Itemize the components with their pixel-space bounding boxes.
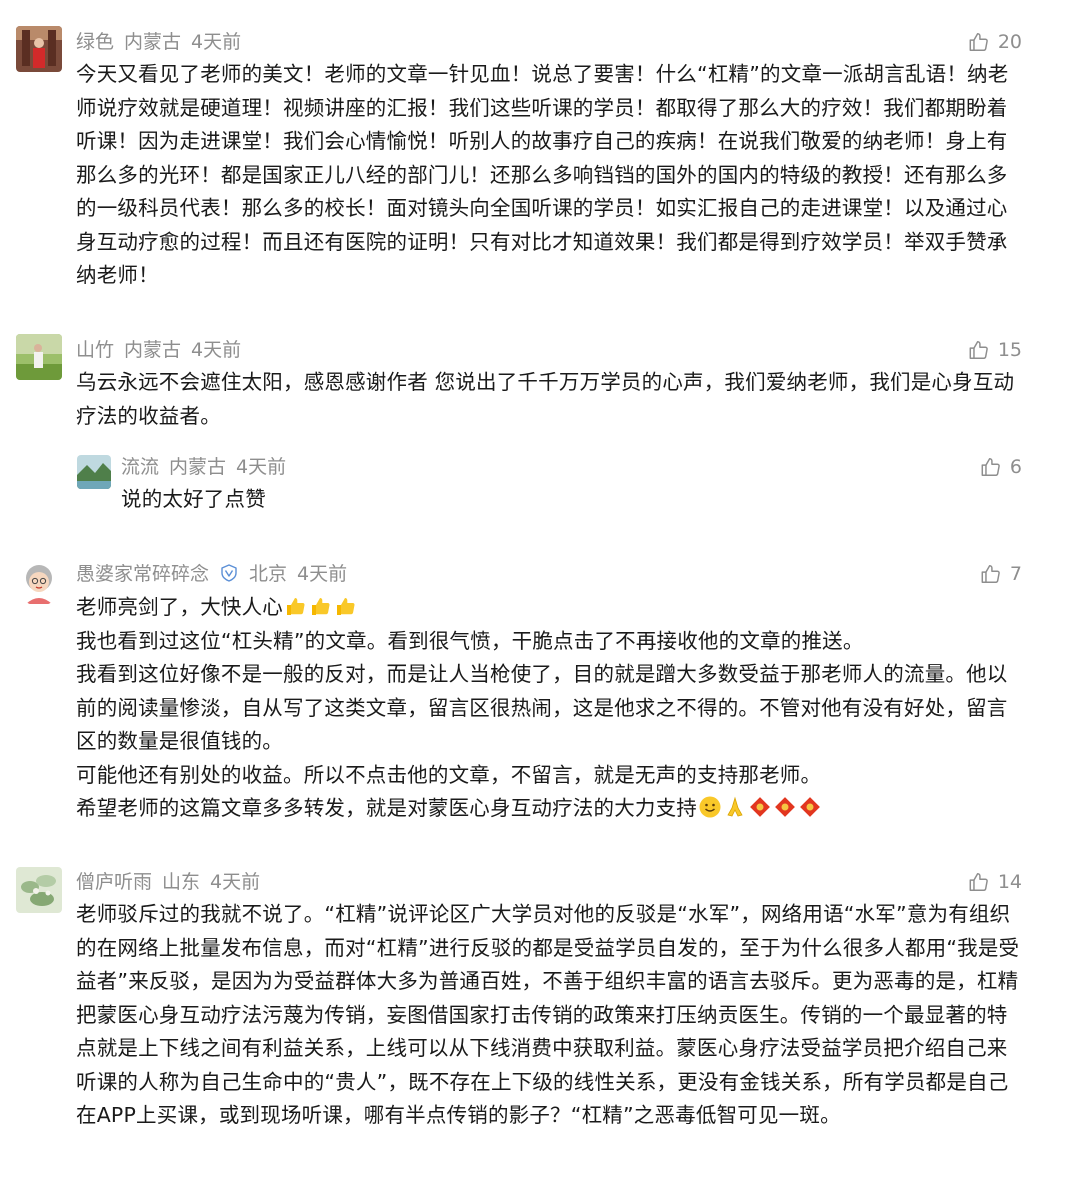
timestamp: 4天前	[236, 456, 287, 478]
thumbs-up-emoji	[312, 598, 330, 615]
pray-emoji	[727, 796, 743, 817]
timestamp: 4天前	[210, 871, 261, 893]
verified-shield-icon	[221, 564, 237, 582]
username[interactable]: 绿色	[76, 31, 114, 53]
comment-meta: 山竹 内蒙古 4天前	[76, 335, 251, 365]
like-button[interactable]: 15	[968, 335, 1022, 365]
thumbs-up-icon	[969, 873, 988, 891]
username[interactable]: 流流	[121, 456, 159, 478]
avatar[interactable]	[16, 334, 62, 380]
comment-text: 老师驳斥过的我就不说了。“杠精”说评论区广大学员对他的反驳是“水军”，网络用语“…	[76, 902, 1020, 1127]
thumbs-up-emoji	[337, 598, 355, 615]
reply-text: 说的太好了点赞	[121, 487, 266, 511]
paragraph-text: 希望老师的这篇文章多多转发，就是对蒙医心身互动疗法的大力支持	[76, 796, 697, 820]
timestamp: 4天前	[191, 339, 242, 361]
reply-meta: 流流 内蒙古 4天前	[121, 452, 296, 482]
like-count: 14	[997, 871, 1022, 893]
like-button[interactable]: 20	[968, 27, 1022, 57]
thumbs-up-icon	[969, 33, 988, 51]
thumbs-up-icon	[969, 341, 988, 359]
comment-paragraph: 可能他还有别处的收益。所以不点击他的文章，不留言，就是无声的支持那老师。	[76, 762, 822, 787]
comment-meta: 愚婆家常碎碎念 北京 4天前	[76, 559, 357, 589]
comment-paragraph: 我看到这位好像不是一般的反对，而是让人当枪使了，目的就是蹭大多数受益于那老师人的…	[76, 662, 1008, 753]
comment-meta: 绿色 内蒙古 4天前	[76, 27, 251, 57]
location: 北京	[249, 563, 288, 585]
comment-text: 乌云永远不会遮住太阳，感恩感谢作者 您说出了千千万万学员的心声，我们爱纳老师，我…	[76, 370, 1015, 428]
reply-avatar[interactable]	[77, 455, 111, 489]
thumbs-up-icon	[981, 565, 1000, 583]
paragraph-text: 老师亮剑了，大快人心	[76, 595, 283, 619]
username[interactable]: 愚婆家常碎碎念	[76, 563, 209, 585]
like-count: 6	[1009, 456, 1022, 478]
comment-meta: 僧庐听雨 山东 4天前	[76, 867, 270, 897]
fu-emoji	[800, 797, 820, 817]
like-count: 15	[997, 339, 1022, 361]
avatar[interactable]	[16, 26, 62, 72]
timestamp: 4天前	[191, 31, 242, 53]
thumbs-up-icon	[981, 458, 1000, 476]
location: 山东	[162, 871, 201, 893]
like-button[interactable]: 6	[980, 452, 1022, 482]
comment-text: 今天又看见了老师的美文！老师的文章一针见血！说总了要害！什么“杠精”的文章一派胡…	[76, 62, 1009, 287]
comment-text: 老师亮剑了，大快人心 我也看到过这位“杠头精”的文章。看到很气愤，干脆点击了不再…	[76, 591, 1024, 826]
comment-paragraph: 我也看到过这位“杠头精”的文章。看到很气愤，干脆点击了不再接收他的文章的推送。	[76, 628, 864, 653]
avatar[interactable]	[16, 560, 62, 606]
comment-paragraph: 老师亮剑了，大快人心	[76, 591, 1024, 625]
like-button[interactable]: 14	[968, 867, 1022, 897]
smile-emoji	[699, 796, 721, 818]
comment-paragraph: 希望老师的这篇文章多多转发，就是对蒙医心身互动疗法的大力支持	[76, 792, 1024, 826]
timestamp: 4天前	[297, 563, 348, 585]
fu-emoji	[750, 797, 770, 817]
location: 内蒙古	[169, 456, 227, 478]
like-count: 20	[997, 31, 1022, 53]
like-count: 7	[1009, 563, 1022, 585]
username[interactable]: 山竹	[76, 339, 114, 361]
avatar[interactable]	[16, 867, 62, 913]
fu-emoji	[775, 797, 795, 817]
like-button[interactable]: 7	[980, 559, 1022, 589]
location: 内蒙古	[124, 31, 182, 53]
thumbs-up-emoji	[287, 598, 305, 615]
location: 内蒙古	[124, 339, 182, 361]
username[interactable]: 僧庐听雨	[76, 871, 152, 893]
